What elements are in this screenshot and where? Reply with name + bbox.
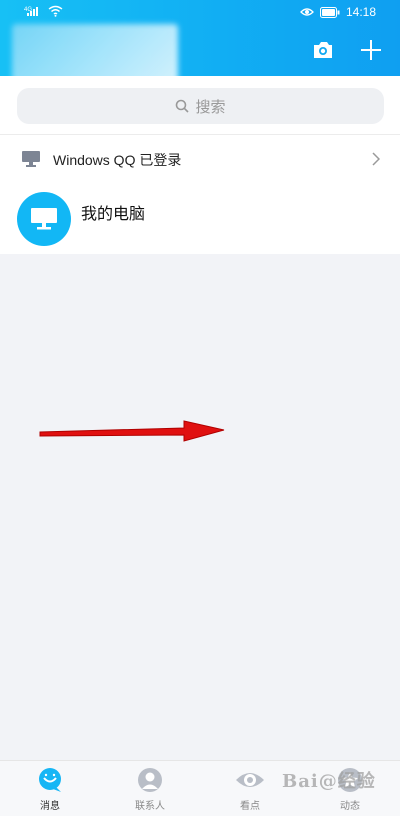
search-divider (0, 134, 400, 135)
battery-icon (319, 6, 340, 18)
wifi-icon (48, 5, 63, 17)
computer-icon (31, 208, 57, 230)
eye-icon (236, 773, 264, 787)
search-placeholder: 搜索 (195, 97, 226, 116)
tab-messages-label: 消息 (40, 801, 60, 812)
camera-button[interactable] (309, 36, 337, 64)
pc-login-label: Windows QQ 已登录 (53, 152, 182, 168)
tab-discover-label: 看点 (240, 801, 260, 812)
eye-comfort-icon (300, 8, 314, 16)
plus-icon (361, 40, 381, 60)
search-icon (176, 99, 190, 113)
my-pc-avatar (17, 192, 71, 246)
status-left: 4G (24, 5, 63, 17)
monitor-icon (22, 151, 40, 167)
tab-contacts[interactable]: 联系人 (110, 767, 190, 815)
person-icon (138, 768, 162, 792)
baidu-watermark: Bai@经验 (282, 771, 376, 792)
my-pc-conversation[interactable]: 我的电脑 (0, 186, 400, 246)
add-button[interactable] (357, 36, 385, 64)
tab-messages[interactable]: 消息 (10, 767, 90, 815)
red-arrow-annotation (39, 420, 225, 442)
status-bar: 4G 14:18 (0, 0, 400, 26)
cell-signal-icon: 4G (24, 7, 38, 16)
pc-login-row[interactable]: Windows QQ 已登录 (0, 140, 400, 178)
chevron-right-icon (372, 152, 380, 166)
tab-moments-label: 动态 (340, 801, 360, 812)
my-pc-name: 我的电脑 (81, 204, 146, 223)
tab-contacts-label: 联系人 (135, 801, 165, 812)
chat-bubble-icon (39, 768, 61, 792)
search-bar[interactable]: 搜索 (17, 88, 384, 124)
status-right: 14:18 (300, 5, 376, 19)
tab-discover[interactable]: 看点 (210, 767, 290, 815)
status-time: 14:18 (345, 5, 376, 19)
camera-icon (314, 42, 332, 58)
